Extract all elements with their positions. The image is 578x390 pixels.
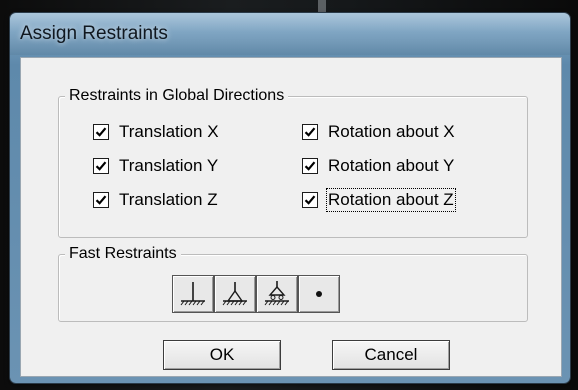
translation-x-checkbox[interactable]	[93, 124, 109, 140]
dialog-title: Assign Restraints	[20, 23, 168, 44]
free-node-button[interactable]	[298, 275, 340, 313]
translation-y-checkbox[interactable]	[93, 158, 109, 174]
checkmark-icon	[304, 161, 316, 171]
rotation-z-checkbox-row[interactable]: Rotation about Z	[302, 188, 456, 212]
checkmark-icon	[304, 127, 316, 137]
assign-restraints-dialog: Assign Restraints Restraints in Global D…	[10, 13, 570, 383]
rotation-x-checkbox-row[interactable]: Rotation about X	[302, 121, 455, 143]
translation-y-checkbox-row[interactable]: Translation Y	[93, 155, 218, 177]
rotation-z-label: Rotation about Z	[326, 188, 456, 212]
global-directions-group: Restraints in Global Directions Translat…	[58, 87, 528, 238]
rotation-y-label: Rotation about Y	[328, 156, 455, 175]
checkmark-icon	[95, 195, 107, 205]
checkmark-icon	[95, 127, 107, 137]
free-node-icon	[316, 291, 322, 297]
rotation-x-checkbox[interactable]	[302, 124, 318, 140]
dialog-body: Restraints in Global Directions Translat…	[20, 57, 562, 377]
fast-restraints-group: Fast Restraints	[58, 245, 528, 322]
translation-z-label: Translation Z	[119, 190, 218, 209]
rotation-x-label: Rotation about X	[328, 122, 455, 141]
pinned-support-button[interactable]	[214, 275, 256, 313]
cancel-button[interactable]: Cancel	[332, 340, 450, 370]
pinned-support-icon	[222, 282, 247, 306]
rotation-y-checkbox-row[interactable]: Rotation about Y	[302, 155, 454, 177]
translation-x-label: Translation X	[119, 122, 219, 141]
global-directions-label: Restraints in Global Directions	[65, 87, 289, 105]
translation-z-checkbox[interactable]	[93, 192, 109, 208]
checkmark-icon	[95, 161, 107, 171]
translation-z-checkbox-row[interactable]: Translation Z	[93, 189, 218, 211]
roller-support-button[interactable]	[256, 275, 298, 313]
fast-restraints-label: Fast Restraints	[65, 245, 181, 263]
roller-support-icon	[264, 281, 289, 306]
fixed-support-button[interactable]	[172, 275, 214, 313]
rotation-y-checkbox[interactable]	[302, 158, 318, 174]
fixed-support-icon	[180, 282, 205, 306]
title-bar[interactable]: Assign Restraints	[10, 13, 570, 55]
checkmark-icon	[304, 195, 316, 205]
ok-button[interactable]: OK	[163, 340, 281, 370]
translation-x-checkbox-row[interactable]: Translation X	[93, 121, 219, 143]
rotation-z-checkbox[interactable]	[302, 192, 318, 208]
translation-y-label: Translation Y	[119, 156, 219, 175]
